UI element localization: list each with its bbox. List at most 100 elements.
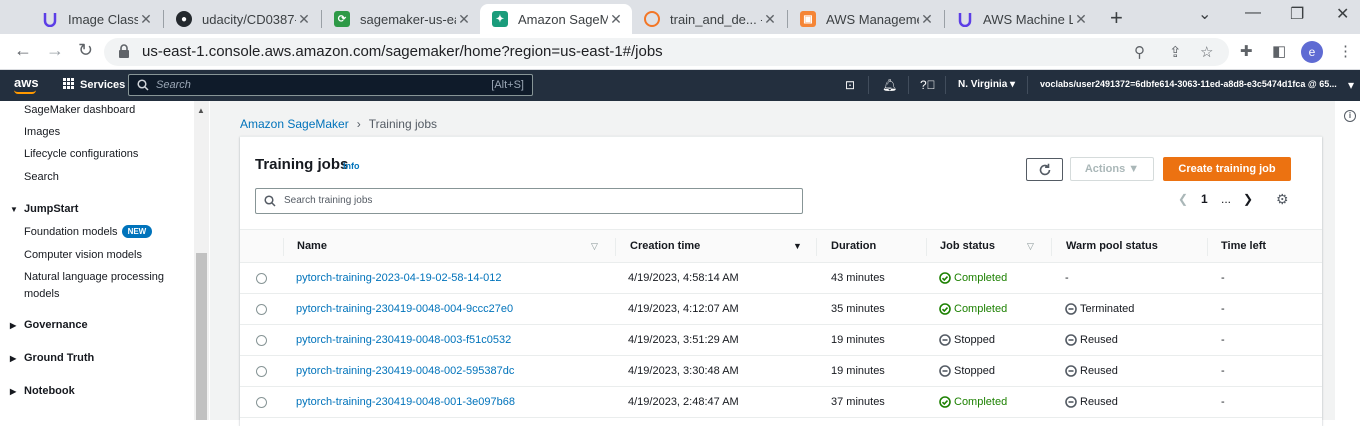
job-name-link[interactable]: pytorch-training-230419-0048-002-595387d… [296, 365, 514, 377]
column-header-creation-time[interactable]: Creation time [630, 240, 700, 252]
profile-avatar[interactable]: e [1301, 41, 1323, 63]
minimize-icon[interactable]: — [1245, 4, 1261, 22]
caret-down-icon[interactable]: ▾ [1348, 78, 1354, 92]
browser-tab-7[interactable]: AWS Machine Lea ✕ [945, 4, 1097, 34]
browser-tab-5[interactable]: train_and_de... - J ✕ [632, 4, 786, 34]
cloudshell-icon[interactable]: ⊡ [845, 78, 855, 92]
refresh-button[interactable] [1026, 158, 1063, 181]
status-text: Stopped [954, 365, 995, 377]
row-select-radio[interactable] [256, 366, 267, 377]
browser-tab-1[interactable]: Image Classificatio ✕ [30, 4, 162, 34]
aws-search-input[interactable]: Search [Alt+S] [128, 74, 533, 96]
scroll-up-icon[interactable]: ▲ [197, 106, 205, 115]
new-tab-button[interactable]: + [1110, 5, 1123, 31]
training-jobs-search-input[interactable]: Search training jobs [255, 188, 803, 214]
column-header-duration[interactable]: Duration [831, 240, 876, 252]
column-header-name[interactable]: Name [297, 240, 327, 252]
create-training-job-button[interactable]: Create training job [1163, 157, 1291, 181]
breadcrumb-root-link[interactable]: Amazon SageMaker [240, 117, 349, 131]
job-status-cell: Stopped [939, 334, 995, 346]
table-row[interactable]: pytorch-training-2023-04-19-02-58-14-012… [240, 263, 1322, 294]
actions-button[interactable]: Actions ▼ [1070, 157, 1154, 181]
caret-down-icon: ▼ [10, 205, 18, 214]
close-icon[interactable]: ✕ [138, 11, 154, 28]
browser-tab-bar: Image Classificatio ✕ ● udacity/CD0387-d… [0, 0, 1360, 34]
reload-icon[interactable]: ↻ [78, 40, 93, 61]
column-divider [1207, 238, 1208, 256]
close-icon[interactable]: ✕ [1073, 11, 1089, 28]
creation-time-cell: 4/19/2023, 4:58:14 AM [628, 272, 739, 284]
page-number-button[interactable]: 1 [1201, 192, 1208, 206]
services-menu[interactable]: Services [63, 78, 125, 91]
info-link[interactable]: Info [343, 161, 360, 171]
page-title: Training jobs [255, 156, 349, 173]
sidebar-item-nlp-cont[interactable]: models [24, 288, 59, 300]
column-header-warm-pool[interactable]: Warm pool status [1066, 240, 1158, 252]
next-page-icon[interactable]: ❯ [1243, 192, 1253, 206]
info-icon[interactable]: i [1344, 110, 1356, 122]
sort-icon[interactable]: ▽ [591, 241, 598, 252]
row-select-radio[interactable] [256, 273, 267, 284]
row-select-radio[interactable] [256, 397, 267, 408]
sort-icon[interactable]: ▽ [1027, 241, 1034, 252]
browser-tab-2[interactable]: ● udacity/CD0387-d ✕ [164, 4, 320, 34]
region-selector[interactable]: N. Virginia ▾ [958, 79, 1015, 90]
close-icon[interactable]: ✕ [762, 11, 778, 28]
table-row[interactable]: pytorch-training-230419-0048-002-595387d… [240, 356, 1322, 387]
nav-divider [1027, 76, 1028, 94]
share-icon[interactable]: ⇪ [1169, 43, 1182, 61]
sidebar-item-search[interactable]: Search [24, 171, 59, 183]
side-panel-icon[interactable]: ◧ [1272, 42, 1286, 60]
aws-logo[interactable]: aws [14, 75, 39, 94]
forward-icon[interactable]: → [46, 40, 64, 61]
scrollbar-thumb[interactable] [196, 253, 207, 420]
table-row[interactable]: pytorch-training-230419-0048-004-9ccc27e… [240, 294, 1322, 325]
prev-page-icon[interactable]: ❮ [1178, 192, 1188, 206]
restore-icon[interactable]: ❐ [1290, 4, 1304, 24]
sidebar-item-images[interactable]: Images [24, 126, 60, 138]
settings-gear-icon[interactable]: ⚙ [1276, 191, 1289, 208]
row-select-radio[interactable] [256, 335, 267, 346]
close-icon[interactable]: ✕ [608, 11, 624, 28]
sidebar-item-computer-vision[interactable]: Computer vision models [24, 249, 142, 261]
job-name-link[interactable]: pytorch-training-230419-0048-004-9ccc27e… [296, 303, 513, 315]
browser-tab-4[interactable]: ✦ Amazon SageMak ✕ [480, 4, 632, 34]
sidebar-item-dashboard[interactable]: SageMaker dashboard [24, 104, 135, 116]
tab-search-icon[interactable]: ⌄ [1198, 4, 1211, 24]
menu-dots-icon[interactable]: ⋮ [1338, 42, 1353, 60]
close-icon[interactable]: ✕ [296, 11, 312, 28]
address-bar[interactable]: us-east-1.console.aws.amazon.com/sagemak… [104, 38, 1229, 66]
tab-title: Image Classificatio [68, 11, 138, 27]
job-name-link[interactable]: pytorch-training-2023-04-19-02-58-14-012 [296, 272, 501, 284]
column-header-time-left[interactable]: Time left [1221, 240, 1266, 252]
job-name-link[interactable]: pytorch-training-230419-0048-001-3e097b6… [296, 396, 515, 408]
zoom-icon[interactable]: ⚲ [1134, 43, 1145, 61]
close-icon[interactable]: ✕ [456, 11, 472, 28]
sort-desc-icon[interactable]: ▼ [793, 241, 802, 251]
sidebar-section-governance[interactable]: ▶ Governance [10, 319, 88, 331]
minus-circle-icon [1065, 334, 1077, 346]
sidebar-section-jumpstart[interactable]: ▼ JumpStart [10, 203, 78, 215]
sidebar-section-notebook[interactable]: ▶ Notebook [10, 385, 75, 397]
column-header-job-status[interactable]: Job status [940, 240, 995, 252]
bell-icon[interactable]: 🔔︎ [882, 78, 897, 92]
row-select-radio[interactable] [256, 304, 267, 315]
close-window-icon[interactable]: ✕ [1336, 4, 1349, 24]
sidebar-item-nlp[interactable]: Natural language processing [24, 271, 164, 283]
back-icon[interactable]: ← [14, 40, 32, 61]
sidebar-item-lifecycle[interactable]: Lifecycle configurations [24, 148, 138, 160]
bookmark-star-icon[interactable]: ☆ [1200, 43, 1213, 61]
close-icon[interactable]: ✕ [919, 11, 935, 28]
table-row[interactable]: pytorch-training-230419-0048-001-3e097b6… [240, 387, 1322, 418]
account-menu[interactable]: voclabs/user2491372=6dbfe614-3063-11ed-a… [1040, 79, 1345, 89]
creation-time-cell: 4/19/2023, 3:30:48 AM [628, 365, 739, 377]
minus-circle-icon [1065, 303, 1077, 315]
help-icon[interactable]: ?⃝ [920, 78, 936, 92]
browser-tab-3[interactable]: ⟳ sagemaker-us-eas ✕ [322, 4, 480, 34]
table-row[interactable]: pytorch-training-230419-0048-003-f51c053… [240, 325, 1322, 356]
extensions-icon[interactable]: ✚ [1240, 42, 1253, 60]
sidebar-item-foundation-models[interactable]: Foundation models NEW [24, 225, 153, 238]
browser-tab-6[interactable]: ▣ AWS Manageme ✕ [788, 4, 943, 34]
job-name-link[interactable]: pytorch-training-230419-0048-003-f51c053… [296, 334, 511, 346]
sidebar-section-ground-truth[interactable]: ▶ Ground Truth [10, 352, 94, 364]
